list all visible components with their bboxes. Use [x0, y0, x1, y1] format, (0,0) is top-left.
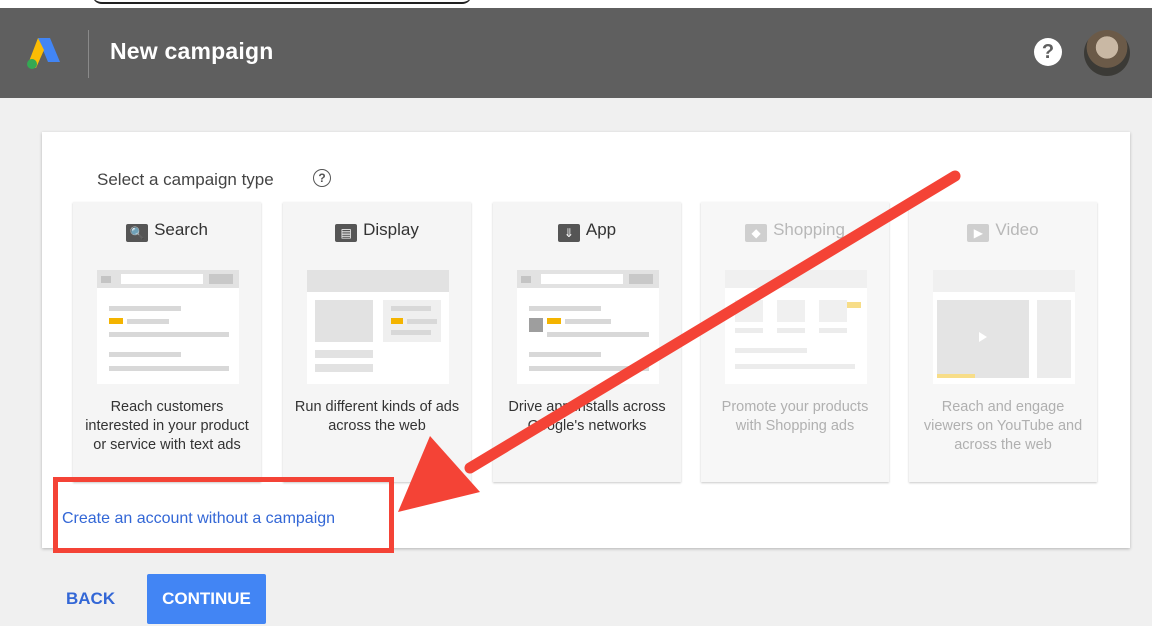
campaign-type-prompt: Select a campaign type — [97, 170, 274, 189]
tag-icon: ◆ — [745, 224, 768, 242]
card-description: Promote your products with Shopping ads — [721, 399, 869, 434]
card-title: Search — [154, 220, 208, 239]
card-title: App — [585, 220, 617, 239]
shopping-illustration — [725, 270, 867, 384]
play-icon — [979, 332, 987, 342]
google-ads-logo-icon — [27, 38, 60, 69]
download-icon: ⇓ — [557, 224, 580, 242]
top-crop-edge — [0, 0, 1152, 8]
campaign-card-app[interactable]: ⇓ App Drive app installs across Google's … — [493, 202, 681, 482]
video-camera-icon: ▶ — [967, 224, 990, 242]
app-illustration — [517, 270, 659, 384]
card-title: Shopping — [773, 220, 845, 239]
app-bar: New campaign ? — [0, 8, 1152, 98]
continue-button[interactable]: CONTINUE — [147, 574, 266, 624]
page-title: New campaign — [110, 38, 274, 64]
display-icon: ▤ — [335, 224, 358, 242]
campaign-card-display[interactable]: ▤ Display Run different kinds of ads acro… — [283, 202, 471, 482]
campaign-card-shopping[interactable]: ◆ Shopping Promote your products with Sho… — [701, 202, 889, 482]
search-icon: 🔍 — [126, 224, 149, 242]
app-bar-divider — [88, 30, 89, 78]
card-description: Reach and engage viewers on YouTube and … — [923, 399, 1083, 453]
display-illustration — [307, 270, 449, 384]
help-circle-icon[interactable]: ? — [313, 169, 331, 187]
card-title: Display — [363, 220, 419, 239]
annotation-highlight-box — [53, 477, 394, 553]
campaign-card-video[interactable]: ▶ Video Reach and engage viewers on YouTu… — [909, 202, 1097, 482]
help-icon[interactable]: ? — [1034, 38, 1062, 66]
avatar[interactable] — [1084, 30, 1130, 76]
card-title: Video — [995, 220, 1039, 239]
card-description: Run different kinds of ads across the we… — [294, 399, 460, 434]
card-description: Reach customers interested in your produ… — [85, 399, 249, 453]
video-illustration — [933, 270, 1075, 384]
search-illustration — [97, 270, 239, 384]
card-description: Drive app installs across Google's netwo… — [508, 399, 666, 434]
back-button[interactable]: BACK — [66, 589, 115, 609]
campaign-card-search[interactable]: 🔍 Search Reach customers interested in yo… — [73, 202, 261, 482]
